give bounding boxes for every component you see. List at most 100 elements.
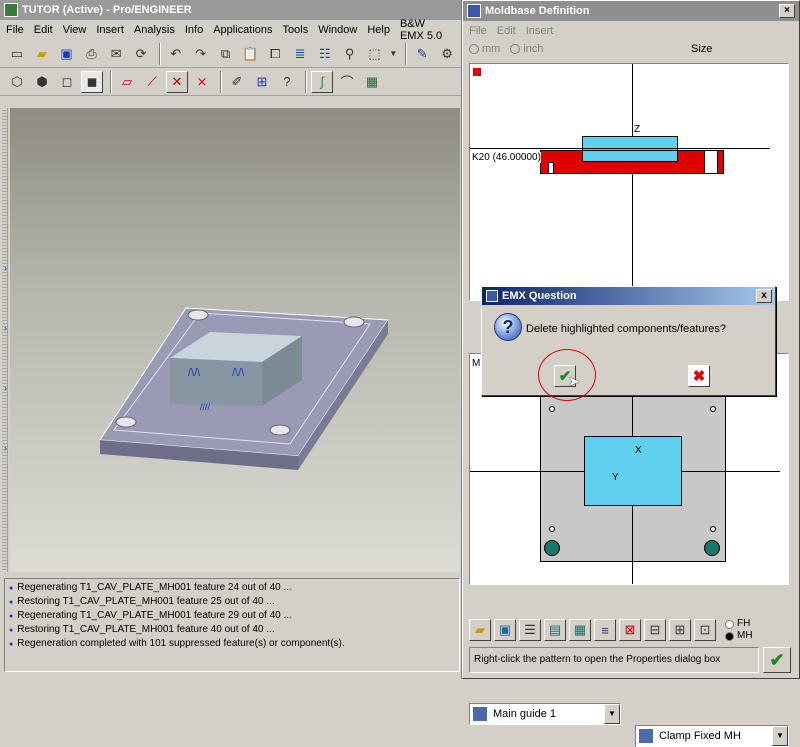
menu-item[interactable]: B&W EMX 5.0 [400, 18, 451, 42]
datum-axes-icon[interactable]: ⟋ [141, 71, 163, 93]
message-text: Restoring T1_CAV_PLATE_MH001 feature 40 … [17, 624, 275, 635]
red-corner-marker[interactable] [473, 68, 481, 76]
plate-cyan-overlap [582, 150, 678, 162]
menu-item[interactable]: Insert [96, 24, 124, 36]
side-view-canvas[interactable]: Z Y K20 (46.00000) [469, 63, 789, 301]
curve-tool-icon[interactable]: ∫ [311, 70, 333, 93]
sketch-icon[interactable]: ✎ [411, 43, 433, 65]
mouse-cursor-icon: ➤ [568, 373, 580, 389]
menu-item[interactable]: Edit [34, 24, 53, 36]
component-list-icon[interactable]: ☰ [519, 619, 541, 641]
plate-slot-left [548, 162, 554, 174]
triad-arrows: › › › › [4, 263, 7, 453]
guide-hole-bl[interactable] [549, 526, 555, 532]
new-file-icon[interactable]: ▭ [6, 43, 28, 65]
dropdown-arrow-icon[interactable]: ▼ [388, 43, 398, 65]
guide-hole-tl[interactable] [549, 406, 555, 412]
undo-icon[interactable]: ↶ [165, 43, 187, 65]
parameters-icon[interactable]: ⊞ [251, 71, 273, 93]
svg-text:////: //// [200, 402, 211, 412]
size-label: Size [691, 43, 713, 55]
help-whats-this-icon[interactable]: ? [276, 71, 298, 93]
plate-icon[interactable]: ▤ [544, 619, 566, 641]
shading-icon[interactable]: ◼ [81, 70, 103, 93]
clamp-select[interactable]: Clamp Fixed MH ▼ [635, 725, 789, 747]
message-text: Restoring T1_CAV_PLATE_MH001 feature 25 … [17, 596, 275, 607]
chevron-down-icon[interactable]: ▼ [772, 726, 788, 746]
insert-plate-icon[interactable]: ⊟ [644, 619, 666, 641]
ok-button[interactable]: ✔ [763, 647, 791, 673]
radio-inch-icon[interactable] [510, 44, 521, 54]
menu-item[interactable]: Window [318, 24, 357, 36]
unit-row: mm inch [469, 39, 795, 59]
open-component-icon[interactable]: ▰ [469, 619, 491, 641]
insert-front[interactable] [584, 436, 682, 506]
coord-sys-icon[interactable]: ⨯ [191, 71, 213, 93]
guide-pin-bl[interactable] [544, 540, 560, 556]
redo-icon[interactable]: ↷ [190, 43, 212, 65]
radio-mh-icon[interactable] [725, 631, 734, 641]
chevron-down-icon[interactable]: ▼ [604, 704, 620, 724]
svg-text:/\/\: /\/\ [232, 367, 245, 379]
menu-item[interactable]: View [63, 24, 87, 36]
menu-item[interactable]: Applications [213, 24, 272, 36]
open-folder-icon[interactable]: ▰ [31, 43, 53, 65]
main-titlebar: TUTOR (Active) - Pro/ENGINEER [0, 0, 461, 20]
message-text: Regenerating T1_CAV_PLATE_MH001 feature … [17, 582, 292, 593]
delete-component-icon[interactable]: ⊠ [619, 619, 641, 641]
email-icon[interactable]: ✉ [105, 43, 127, 65]
message-line: ● Restoring T1_CAV_PLATE_MH001 feature 25… [9, 595, 455, 609]
menu-item[interactable]: Edit [497, 25, 516, 37]
guide-select[interactable]: Main guide 1 ▼ [469, 703, 621, 725]
grid-plates-icon[interactable]: ▦ [569, 619, 591, 641]
graphics-window[interactable]: /\/\ /\/\ //// › › › › [4, 108, 460, 572]
guide-hole-tr[interactable] [710, 406, 716, 412]
guide-pin-br[interactable] [704, 540, 720, 556]
checkmark-icon: ✔ [769, 649, 785, 670]
align-icon[interactable]: ⊞ [669, 619, 691, 641]
message-line: ● Restoring T1_CAV_PLATE_MH001 feature 40… [9, 623, 455, 637]
select-box-icon[interactable]: ⬚ [364, 43, 386, 65]
axis-y2-label: Y [612, 472, 619, 483]
stack-icon[interactable]: ≡ [594, 619, 616, 641]
menu-item[interactable]: Analysis [134, 24, 175, 36]
moldbase-titlebar: Moldbase Definition × [463, 1, 799, 21]
layers-icon[interactable]: ≣ [289, 43, 311, 65]
menu-item[interactable]: Insert [526, 25, 554, 37]
no-hidden-icon[interactable]: ◻ [56, 71, 78, 93]
copy-icon[interactable]: ⧉ [215, 43, 237, 65]
pipe-icon[interactable]: ⌒ [336, 71, 358, 93]
wireframe-icon[interactable]: ⬡ [6, 71, 28, 93]
properties-icon[interactable]: ⊡ [694, 619, 716, 641]
table-icon[interactable]: ▦ [361, 71, 383, 93]
dialog-question: Delete highlighted components/features? [526, 323, 726, 335]
menu-item[interactable]: Info [185, 24, 203, 36]
save-component-icon[interactable]: ▣ [494, 619, 516, 641]
insert-divider [582, 148, 678, 149]
datum-planes-icon[interactable]: ▱ [116, 71, 138, 93]
menu-item[interactable]: File [6, 24, 24, 36]
close-icon[interactable]: × [779, 4, 795, 18]
radio-mm-icon[interactable] [469, 44, 479, 54]
cross-icon: ✖ [692, 368, 706, 385]
paste-special-icon[interactable]: ⧠ [264, 43, 286, 65]
menu-item[interactable]: Tools [283, 24, 309, 36]
settings-icon[interactable]: ⚙ [436, 43, 458, 65]
save-icon[interactable]: ▣ [56, 43, 78, 65]
regenerate-icon[interactable]: ⟳ [130, 43, 152, 65]
datum-points-icon[interactable]: ✕ [166, 70, 188, 93]
menu-item[interactable]: File [469, 25, 487, 37]
annotation-icon[interactable]: ✐ [226, 71, 248, 93]
mh-label: MH [737, 630, 753, 641]
paste-icon[interactable]: 📋 [239, 43, 261, 65]
model-tree-icon[interactable]: ☷ [314, 43, 336, 65]
dialog-close-icon[interactable]: x [756, 289, 772, 303]
print-icon[interactable]: ⎙ [80, 43, 102, 65]
hidden-line-icon[interactable]: ⬢ [31, 71, 53, 93]
menu-item[interactable]: Help [367, 24, 390, 36]
confirm-no-button[interactable]: ✖ [688, 365, 710, 387]
radio-fh-icon[interactable] [725, 619, 734, 629]
guide-hole-br[interactable] [710, 526, 716, 532]
find-icon[interactable]: ⚲ [339, 43, 361, 65]
message-text: Regenerating T1_CAV_PLATE_MH001 feature … [17, 610, 292, 621]
